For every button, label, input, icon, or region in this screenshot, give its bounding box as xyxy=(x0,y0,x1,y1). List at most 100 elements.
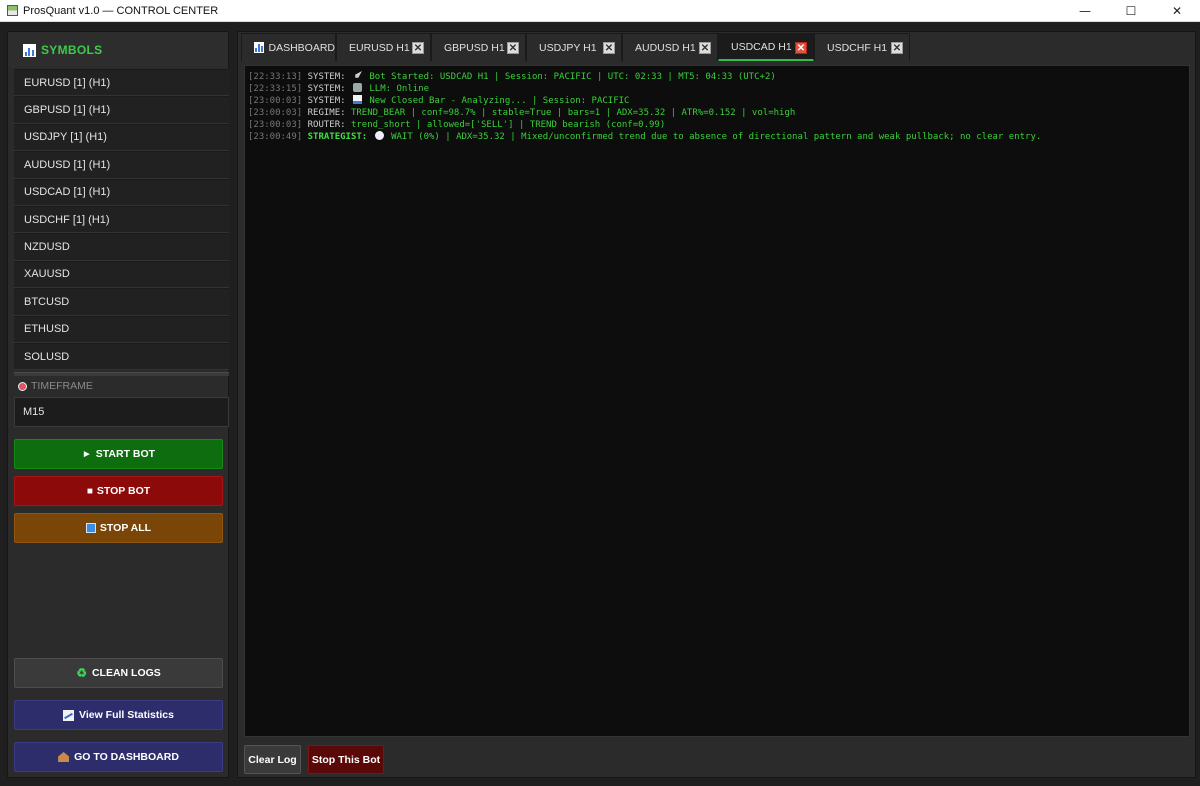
tab-bar: DASHBOARD EURUSD H1 ✕ GBPUSD H1 ✕ USDJPY H1 ✕ A… xyxy=(241,33,910,62)
stop-bot-label: STOP BOT xyxy=(96,485,151,497)
tab-usdcad-h1[interactable]: USDCAD H1 ✕ xyxy=(718,33,814,61)
log-message: WAIT (0%) | ADX=35.32 | Mixed/unconfirme… xyxy=(391,132,1042,142)
log-source: SYSTEM: xyxy=(307,72,346,82)
clean-logs-button[interactable]: ♻ CLEAN LOGS xyxy=(14,658,223,688)
robot-icon xyxy=(352,83,362,92)
symbols-title: SYMBOLS xyxy=(41,43,103,57)
close-tab-icon[interactable]: ✕ xyxy=(699,42,711,54)
tab-label: AUDUSD H1 xyxy=(635,41,696,54)
stop-all-button[interactable]: STOP ALL xyxy=(14,513,223,543)
symbol-item[interactable]: USDCHF [1] (H1) xyxy=(14,205,229,234)
window-controls: — ☐ ✕ xyxy=(1062,0,1200,22)
log-line: [23:00:03] SYSTEM: New Closed Bar - Anal… xyxy=(248,95,1189,107)
stop-all-label: STOP ALL xyxy=(99,522,152,534)
timeframe-label-text: TIMEFRAME xyxy=(31,380,93,392)
view-statistics-button[interactable]: View Full Statistics xyxy=(14,700,223,730)
window-titlebar: ProsQuant v1.0 — CONTROL CENTER — ☐ ✕ xyxy=(0,0,1200,22)
log-message: TREND_BEAR | conf=98.7% | stable=True | … xyxy=(350,108,796,118)
rocket-icon xyxy=(355,71,362,78)
symbol-item[interactable]: ETHUSD xyxy=(14,315,229,343)
house-icon xyxy=(58,752,70,762)
alarm-clock-icon xyxy=(18,381,27,391)
symbol-item[interactable]: EURUSD [1] (H1) xyxy=(14,69,229,97)
chart-icon xyxy=(254,42,265,53)
close-button[interactable]: ✕ xyxy=(1154,0,1200,22)
log-timestamp: [22:33:15] xyxy=(248,84,303,94)
log-timestamp: [23:00:03] xyxy=(248,120,303,130)
symbol-item[interactable]: AUDUSD [1] (H1) xyxy=(14,151,229,179)
stop-bot-button[interactable]: ■ STOP BOT xyxy=(14,476,223,506)
chart-icon xyxy=(352,95,362,104)
log-line: [23:00:03] REGIME: TREND_BEAR | conf=98.… xyxy=(248,107,1189,119)
symbol-item[interactable]: NZDUSD xyxy=(14,233,229,261)
symbol-item[interactable]: BTCUSD xyxy=(14,288,229,316)
start-bot-label: START BOT xyxy=(95,448,156,460)
clear-log-button[interactable]: Clear Log xyxy=(244,745,301,774)
log-source: SYSTEM: xyxy=(307,84,346,94)
close-tab-icon[interactable]: ✕ xyxy=(507,42,519,54)
close-tab-icon[interactable]: ✕ xyxy=(603,42,615,54)
divider xyxy=(14,372,229,376)
sidebar: SYMBOLS EURUSD [1] (H1) GBPUSD [1] (H1) US… xyxy=(7,31,229,778)
stop-square-icon xyxy=(85,523,96,533)
log-line: [23:00:03] ROUTER: trend_short | allowed… xyxy=(248,119,1189,131)
tab-gbpusd-h1[interactable]: GBPUSD H1 ✕ xyxy=(431,33,526,61)
timeframe-select[interactable]: M15 xyxy=(14,397,229,427)
tab-label: USDCAD H1 xyxy=(731,40,792,53)
circle-icon xyxy=(374,131,384,140)
main-panel: DASHBOARD EURUSD H1 ✕ GBPUSD H1 ✕ USDJPY H1 ✕ A… xyxy=(237,31,1196,778)
log-source: ROUTER: xyxy=(307,120,346,130)
log-timestamp: [22:33:13] xyxy=(248,72,303,82)
maximize-button[interactable]: ☐ xyxy=(1108,0,1154,22)
go-to-dashboard-button[interactable]: GO TO DASHBOARD xyxy=(14,742,223,772)
window-title: ProsQuant v1.0 — CONTROL CENTER xyxy=(23,4,219,17)
symbol-item[interactable]: USDJPY [1] (H1) xyxy=(14,123,229,152)
tab-label: DASHBOARD xyxy=(268,41,335,54)
tab-audusd-h1[interactable]: AUDUSD H1 ✕ xyxy=(622,33,718,61)
tab-label: EURUSD H1 xyxy=(349,41,410,54)
symbols-header: SYMBOLS xyxy=(8,32,228,68)
tab-label: GBPUSD H1 xyxy=(444,41,505,54)
log-source: SYSTEM: xyxy=(307,96,346,106)
log-timestamp: [23:00:49] xyxy=(248,132,303,142)
stop-this-bot-button[interactable]: Stop This Bot xyxy=(308,745,384,774)
timeframe-value: M15 xyxy=(23,406,45,418)
log-message: trend_short | allowed=['SELL'] | TREND b… xyxy=(350,120,666,130)
tab-usdchf-h1[interactable]: USDCHF H1 ✕ xyxy=(814,33,910,61)
play-icon: ► xyxy=(81,448,92,460)
symbol-item[interactable]: GBPUSD [1] (H1) xyxy=(14,96,229,124)
log-line: [22:33:15] SYSTEM: LLM: Online xyxy=(248,83,1189,95)
stop-icon: ■ xyxy=(86,485,93,497)
tab-usdjpy-h1[interactable]: USDJPY H1 ✕ xyxy=(526,33,622,61)
symbol-item[interactable]: XAUUSD xyxy=(14,260,229,289)
minimize-button[interactable]: — xyxy=(1062,0,1108,22)
tab-dashboard[interactable]: DASHBOARD xyxy=(241,33,336,61)
start-bot-button[interactable]: ► START BOT xyxy=(14,439,223,469)
log-line: [23:00:49] STRATEGIST: WAIT (0%) | ADX=3… xyxy=(248,131,1189,143)
close-tab-icon[interactable]: ✕ xyxy=(795,42,807,54)
log-timestamp: [23:00:03] xyxy=(248,108,303,118)
log-timestamp: [23:00:03] xyxy=(248,96,303,106)
log-source: REGIME: xyxy=(307,108,346,118)
view-statistics-label: View Full Statistics xyxy=(79,709,174,721)
symbol-list: EURUSD [1] (H1) GBPUSD [1] (H1) USDJPY [1]… xyxy=(14,69,229,371)
clean-logs-label: CLEAN LOGS xyxy=(91,667,161,679)
log-output[interactable]: [22:33:13] SYSTEM: Bot Started: USDCAD H… xyxy=(244,65,1190,737)
log-message: Bot Started: USDCAD H1 | Session: PACIFI… xyxy=(369,72,776,82)
log-line: [22:33:13] SYSTEM: Bot Started: USDCAD H… xyxy=(248,71,1189,83)
log-source: STRATEGIST: xyxy=(307,132,368,142)
close-tab-icon[interactable]: ✕ xyxy=(891,42,903,54)
tab-eurusd-h1[interactable]: EURUSD H1 ✕ xyxy=(336,33,431,61)
tab-label: USDJPY H1 xyxy=(539,41,597,54)
recycle-icon: ♻ xyxy=(76,666,87,680)
app-icon xyxy=(7,5,18,16)
log-message: LLM: Online xyxy=(369,84,429,94)
go-to-dashboard-label: GO TO DASHBOARD xyxy=(74,751,179,763)
symbol-item[interactable]: USDCAD [1] (H1) xyxy=(14,178,229,206)
line-chart-icon xyxy=(63,709,75,721)
timeframe-label: TIMEFRAME xyxy=(18,379,93,393)
tab-label: USDCHF H1 xyxy=(827,41,888,54)
log-message: New Closed Bar - Analyzing... | Session:… xyxy=(369,96,630,106)
close-tab-icon[interactable]: ✕ xyxy=(412,42,424,54)
symbol-item[interactable]: SOLUSD xyxy=(14,342,229,371)
